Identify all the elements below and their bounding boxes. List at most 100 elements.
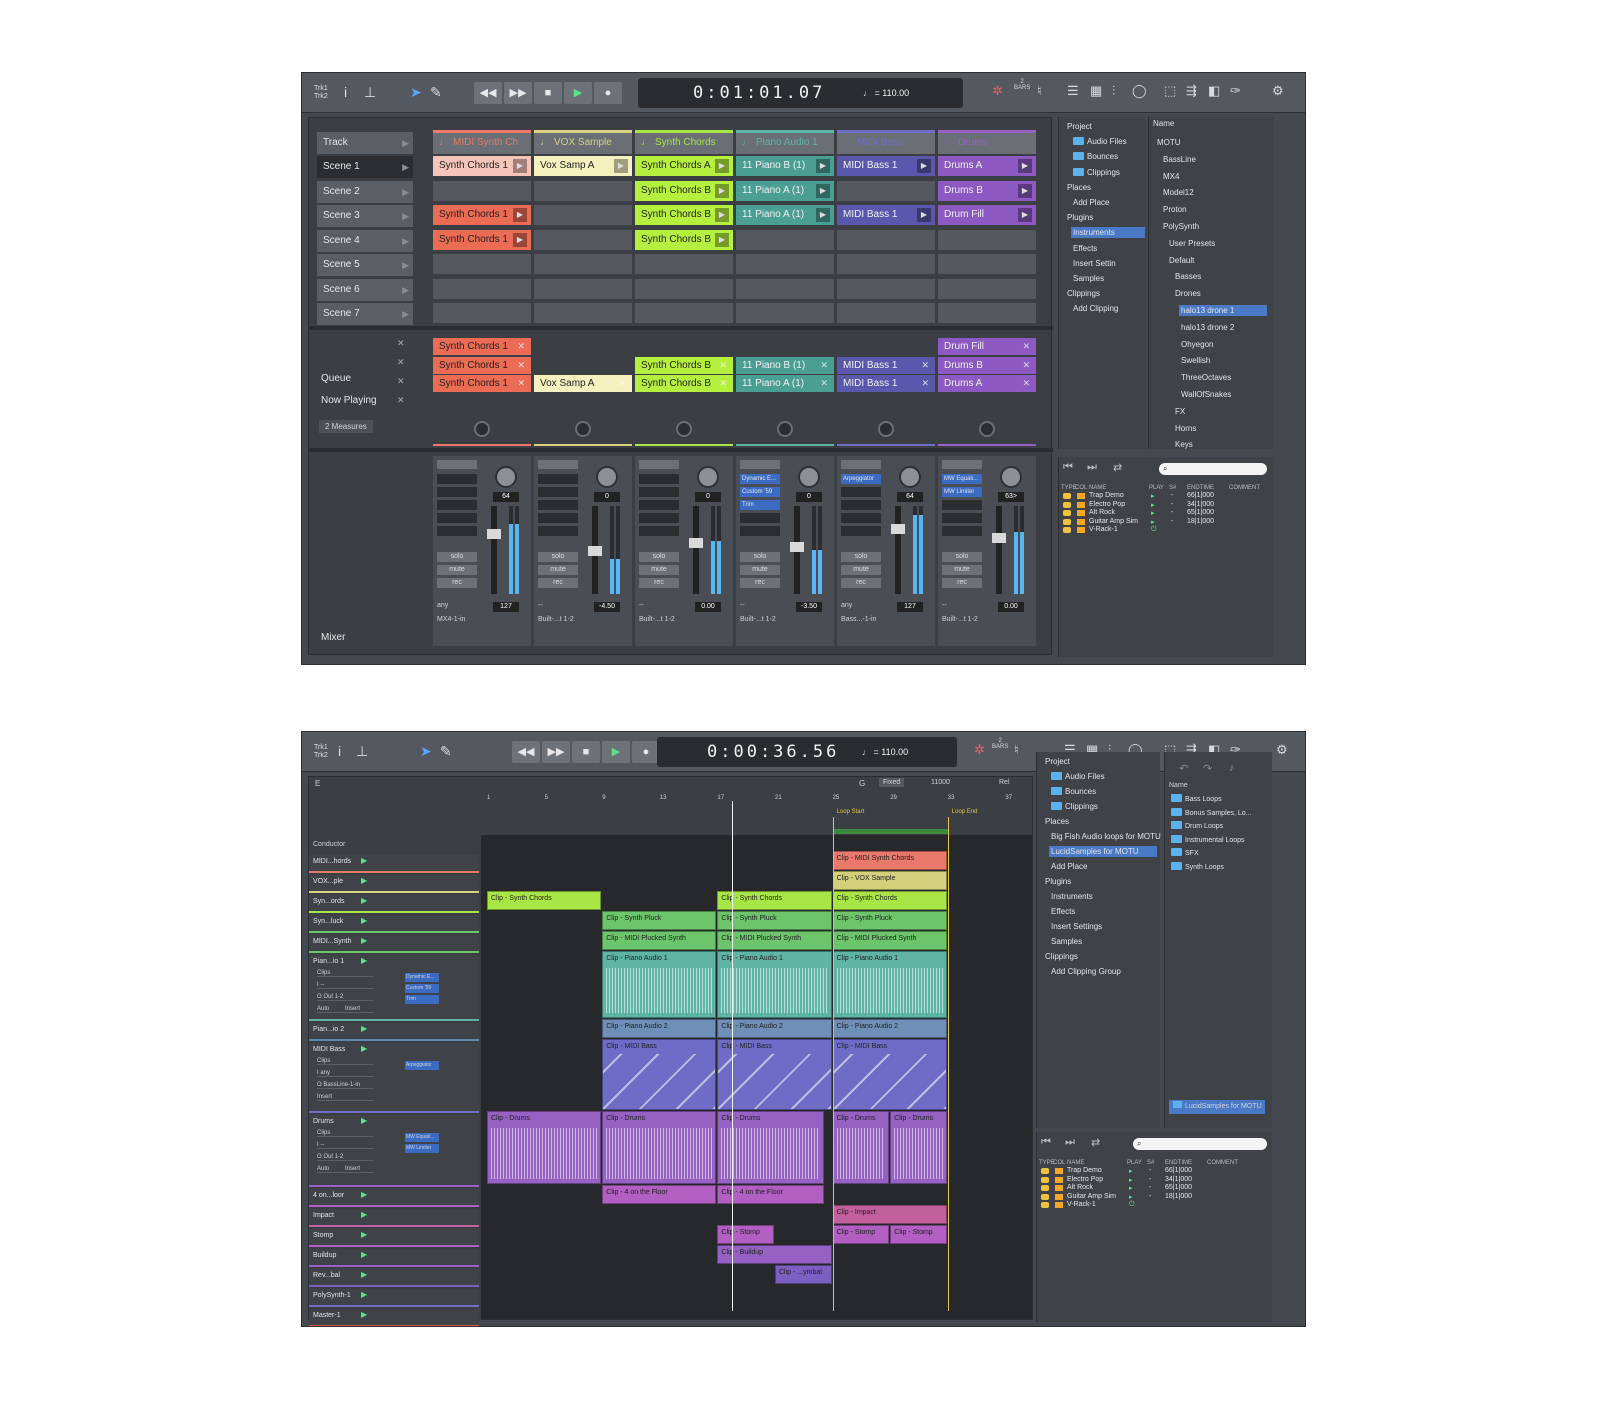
insert-plugin[interactable]: Dynamic E...	[405, 973, 439, 982]
pan-value[interactable]: 64	[897, 492, 923, 502]
track-play-enable-icon[interactable]: ▶	[361, 956, 367, 965]
insert-select[interactable]: Insert	[345, 1166, 360, 1172]
input-type-select[interactable]	[841, 460, 881, 469]
color-swatch[interactable]	[1077, 510, 1085, 516]
input-select[interactable]: --	[740, 602, 745, 609]
arrangement-clip[interactable]: Clip - Synth Chords	[717, 891, 832, 910]
pencil-tool-icon[interactable]: ✎	[430, 84, 442, 101]
table-cell[interactable]: -	[1171, 518, 1173, 525]
arrangement-clip[interactable]: Clip - Piano Audio 1	[832, 951, 947, 1018]
input-select[interactable]: --	[942, 602, 947, 609]
track-name[interactable]: MIDI Bass	[313, 1046, 345, 1053]
rec-button[interactable]: rec	[740, 578, 780, 588]
ruler-bar-number[interactable]: 13	[660, 795, 667, 801]
clip-slot[interactable]: Vox Samp A ▶	[534, 156, 632, 176]
scene-launch-icon[interactable]: ▶	[402, 156, 409, 178]
info-icon[interactable]: i	[344, 84, 347, 100]
remove-icon[interactable]: ✕	[517, 375, 525, 392]
table-cell[interactable]: ▸	[1129, 1176, 1133, 1184]
fast-forward-button-2[interactable]: ▶▶	[542, 741, 570, 763]
empty-insert-slot[interactable]	[841, 526, 881, 536]
redo-icon[interactable]: ↷	[1203, 762, 1212, 775]
preset-item[interactable]: Swellish	[1179, 355, 1267, 366]
solo-button[interactable]: solo	[841, 552, 881, 562]
empty-slot[interactable]	[938, 229, 1036, 250]
empty-insert-slot[interactable]	[639, 500, 679, 510]
insert-plugin[interactable]: Arpeggiator	[405, 1061, 439, 1070]
clip-slot[interactable]: Drum Fill ▶	[938, 205, 1036, 225]
table-cell[interactable]: -	[1149, 1167, 1151, 1174]
table-cell[interactable]: Trap Demo	[1089, 492, 1124, 499]
sequence-editor-icon[interactable]: ▦	[1090, 83, 1102, 99]
track-lane[interactable]: Pian...io 2 ▶	[309, 1023, 479, 1041]
arrangement-clip[interactable]: Clip - Synth Pluck	[832, 911, 947, 930]
empty-insert-slot[interactable]	[740, 513, 780, 523]
pan-value[interactable]: 0	[594, 492, 620, 502]
table-cell[interactable]: -	[1149, 1176, 1151, 1183]
queued-clip[interactable]: Drum Fill ✕	[938, 338, 1036, 355]
clip-play-icon[interactable]: ▶	[1018, 183, 1032, 198]
queued-clip[interactable]: MIDI Bass 1 ✕	[837, 356, 935, 374]
solo-button[interactable]: solo	[740, 552, 780, 562]
preset-item[interactable]: ThreeOctaves	[1179, 372, 1267, 383]
preset-item[interactable]: Drones	[1173, 288, 1267, 299]
table-header[interactable]: NAME	[1089, 485, 1106, 491]
preset-item[interactable]: Horns	[1173, 423, 1267, 434]
tree-item[interactable]: Instruments	[1049, 891, 1157, 902]
table-cell[interactable]: 65|1|000	[1187, 509, 1214, 516]
input-select[interactable]: --	[538, 602, 543, 609]
tree-item[interactable]: Add Clipping	[1071, 303, 1145, 314]
track-lane[interactable]: Impact ▶	[309, 1209, 479, 1227]
empty-insert-slot[interactable]	[841, 487, 881, 497]
table-cell[interactable]: V-Rack-1	[1067, 1201, 1096, 1208]
empty-slot[interactable]	[736, 229, 834, 250]
empty-insert-slot[interactable]	[437, 513, 477, 523]
track-header-4[interactable]: ♩ MIDI Bass	[837, 130, 935, 154]
mute-button[interactable]: mute	[437, 565, 477, 575]
table-cell[interactable]: 66|1|000	[1187, 492, 1214, 499]
tuner-icon-2[interactable]: ⊥	[356, 743, 368, 760]
track-header-1[interactable]: ♩ VOX Sample	[534, 130, 632, 154]
clip-slot[interactable]: 11 Piano A (1) ▶	[736, 205, 834, 225]
plugin-slot[interactable]: Dynamic E...	[740, 474, 780, 484]
arrangement-clip[interactable]: Clip - Piano Audio 2	[717, 1019, 832, 1038]
empty-insert-slot[interactable]	[639, 474, 679, 484]
relative-toggle[interactable]: Rel	[999, 779, 1010, 786]
empty-slot[interactable]	[938, 278, 1036, 299]
mixer-icon[interactable]: ⫶	[1112, 83, 1115, 99]
tempo-icon[interactable]: ♮	[1037, 83, 1042, 99]
input-type-select[interactable]	[437, 460, 477, 469]
output-select[interactable]: Built-...t 1-2	[740, 616, 776, 623]
tree-item[interactable]: Project	[1043, 756, 1153, 767]
tree-item[interactable]: Clippings	[1049, 801, 1157, 812]
clip-play-icon[interactable]: ▶	[513, 159, 527, 173]
preset-item[interactable]: BassLine	[1161, 154, 1267, 165]
preset-item[interactable]: Proton	[1161, 204, 1267, 215]
queued-clip[interactable]: Synth Chords 1 ✕	[433, 356, 531, 374]
browser-icon[interactable]: ⬚	[1164, 83, 1176, 99]
table-cell[interactable]: ▸	[1129, 1193, 1133, 1201]
tree-item[interactable]: Add Clipping Group	[1049, 966, 1157, 977]
undo-icon[interactable]: ↶	[1179, 762, 1188, 775]
table-cell[interactable]: -	[1171, 492, 1173, 499]
table-header[interactable]: S#	[1147, 1160, 1154, 1166]
clip-play-icon[interactable]: ▶	[816, 183, 830, 198]
empty-slot[interactable]	[837, 278, 935, 299]
color-swatch[interactable]	[1055, 1193, 1063, 1200]
queued-clip[interactable]: Synth Chords 1 ✕	[433, 338, 531, 355]
table-header[interactable]: PLAY	[1149, 485, 1164, 491]
table-header[interactable]: PLAY	[1127, 1160, 1142, 1166]
prev-icon-2[interactable]: ⏮	[1041, 1136, 1051, 1149]
track-play-enable-icon[interactable]: ▶	[361, 856, 367, 865]
metronome-icon[interactable]: ✲	[992, 83, 1003, 99]
empty-slot[interactable]	[433, 303, 531, 323]
tree-item[interactable]: Add Place	[1071, 197, 1145, 208]
empty-slot[interactable]	[736, 254, 834, 274]
cycle-icon-2[interactable]: ⇄	[1091, 1136, 1100, 1149]
empty-insert-slot[interactable]	[538, 500, 578, 510]
color-swatch[interactable]	[1077, 493, 1085, 499]
name-column[interactable]: Name	[1153, 119, 1174, 128]
empty-slot[interactable]	[433, 278, 531, 299]
tree-item[interactable]: Project	[1065, 121, 1145, 132]
track-play-enable-icon[interactable]: ▶	[361, 916, 367, 925]
